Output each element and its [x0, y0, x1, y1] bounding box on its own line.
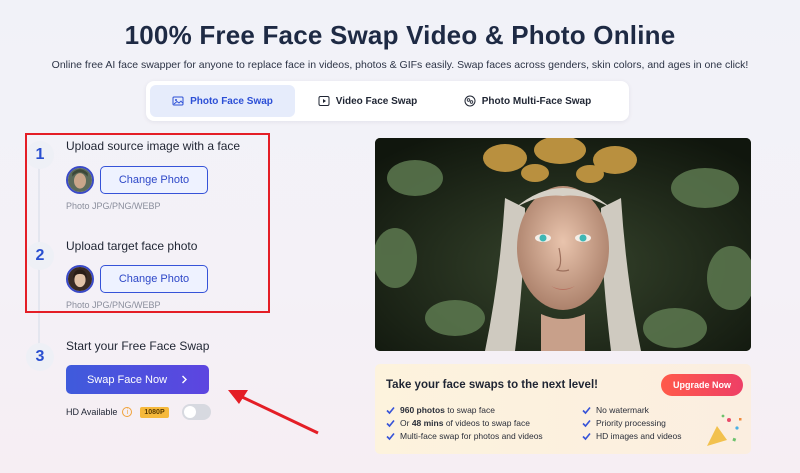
- image-icon: [172, 96, 184, 106]
- mode-tabs: Photo Face Swap Video Face Swap Photo Mu…: [146, 81, 629, 121]
- step-3-title: Start your Free Face Swap: [66, 339, 210, 353]
- swap-face-now-button[interactable]: Swap Face Now: [66, 365, 209, 394]
- confetti-icon: [707, 414, 742, 446]
- portrait-illustration: [375, 138, 751, 351]
- multi-face-icon: [464, 95, 476, 107]
- promo-feature: HD images and videos: [582, 431, 682, 441]
- tab-photo-face-swap[interactable]: Photo Face Swap: [150, 85, 295, 117]
- chevron-right-icon: [182, 375, 188, 384]
- annotation-highlight-box: [25, 133, 270, 313]
- promo-feature: Or 48 mins of videos to swap face: [386, 418, 530, 428]
- check-icon: [582, 432, 591, 440]
- tab-photo-multi-face-swap[interactable]: Photo Multi-Face Swap: [440, 85, 615, 117]
- tab-label: Photo Multi-Face Swap: [481, 95, 592, 107]
- video-play-icon: [318, 96, 330, 106]
- tab-label: Video Face Swap: [335, 95, 418, 107]
- hd-label: HD Available: [66, 407, 118, 417]
- check-icon: [582, 406, 591, 414]
- tab-video-face-swap[interactable]: Video Face Swap: [295, 85, 440, 117]
- promo-feature: No watermark: [582, 405, 649, 415]
- check-icon: [386, 432, 395, 440]
- annotation-arrow-icon: [228, 390, 319, 435]
- result-preview-image: [375, 138, 751, 351]
- hd-option-row: HD Available i 1080P: [66, 403, 211, 421]
- check-icon: [582, 419, 591, 427]
- hd-toggle[interactable]: [181, 404, 211, 420]
- page-title: 100% Free Face Swap Video & Photo Online: [124, 20, 676, 50]
- info-icon[interactable]: i: [122, 407, 133, 417]
- page-subtitle: Online free AI face swapper for anyone t…: [51, 59, 749, 71]
- promo-title: Take your face swaps to the next level!: [386, 379, 598, 391]
- swap-button-label: Swap Face Now: [86, 373, 168, 386]
- upgrade-now-button[interactable]: Upgrade Now: [661, 374, 743, 396]
- promo-feature: Multi-face swap for photos and videos: [386, 431, 543, 441]
- upgrade-promo-card: Take your face swaps to the next level! …: [375, 364, 751, 454]
- promo-feature: Priority processing: [582, 418, 666, 428]
- check-icon: [386, 419, 395, 427]
- resolution-badge: 1080P: [140, 406, 169, 418]
- promo-feature: 960 photos to swap face: [386, 405, 495, 415]
- step-3-number: 3: [26, 343, 54, 371]
- tab-label: Photo Face Swap: [190, 95, 273, 107]
- check-icon: [386, 406, 395, 414]
